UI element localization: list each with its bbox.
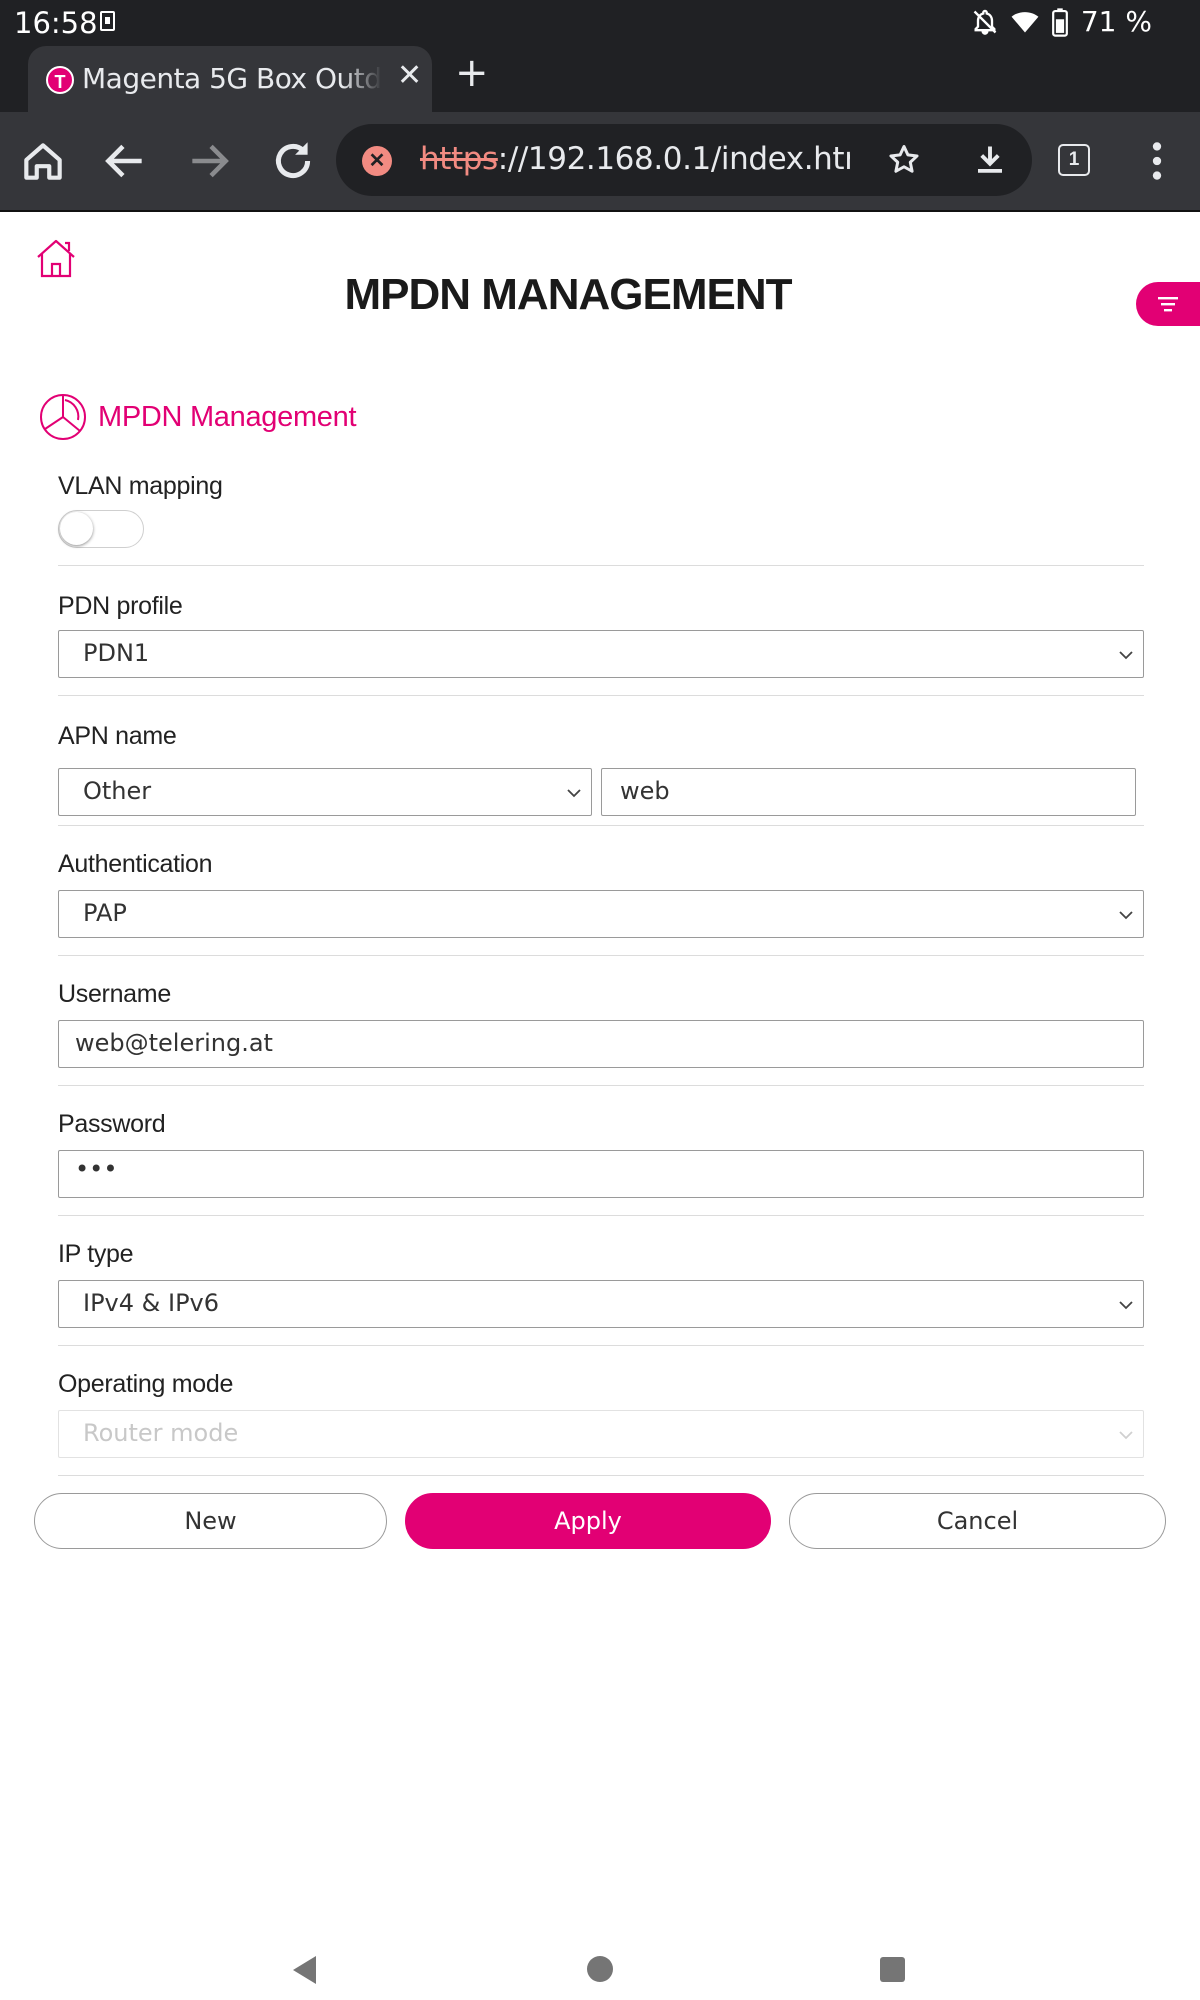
password-label: Password — [58, 1110, 166, 1138]
status-icons: 71 % — [971, 5, 1152, 38]
operating-mode-label: Operating mode — [58, 1370, 234, 1398]
username-label: Username — [58, 980, 171, 1008]
apn-name-label: APN name — [58, 722, 177, 750]
reload-icon[interactable] — [268, 136, 318, 186]
browser-toolbar: ✕ https://192.168.0.1/index.html 1 — [0, 112, 1200, 212]
pdn-profile-field: PDN profile PDN1 — [58, 566, 1144, 696]
apply-button[interactable]: Apply — [405, 1493, 771, 1549]
back-icon[interactable] — [100, 136, 150, 186]
username-field: Username web@telering.at — [58, 956, 1144, 1086]
operating-mode-select: Router mode — [58, 1410, 1144, 1458]
password-field: Password ••• — [58, 1086, 1144, 1216]
star-icon[interactable] — [886, 142, 922, 178]
section-header: MPDN Management — [38, 392, 357, 442]
url-text[interactable]: https://192.168.0.1/index.html — [420, 141, 850, 177]
battery-percent: 71 % — [1080, 5, 1152, 38]
chevron-down-icon — [1119, 1301, 1133, 1310]
authentication-field: Authentication PAP — [58, 826, 1144, 956]
authentication-select[interactable]: PAP — [58, 890, 1144, 938]
form-actions: New Apply Cancel — [34, 1493, 1166, 1551]
pdn-profile-value: PDN1 — [83, 639, 150, 667]
nav-back-icon[interactable] — [290, 1954, 320, 1986]
vlan-mapping-field: VLAN mapping — [58, 460, 1144, 566]
apn-type-select[interactable]: Other — [58, 768, 592, 816]
system-nav-bar — [0, 1920, 1200, 2000]
ip-type-label: IP type — [58, 1240, 134, 1268]
wifi-icon — [1011, 11, 1039, 32]
apn-name-value: web — [620, 777, 670, 805]
home-icon[interactable] — [18, 136, 68, 186]
status-bar: 16:58 71 % — [0, 0, 1200, 44]
password-value: ••• — [75, 1155, 118, 1183]
mpdn-form: VLAN mapping PDN profile PDN1 APN name O… — [58, 460, 1144, 1476]
vlan-mapping-toggle[interactable] — [58, 510, 144, 548]
tab-strip: T Magenta 5G Box Outdoor ✕ + — [0, 44, 1200, 112]
nav-recents-icon[interactable] — [880, 1957, 905, 1982]
apn-name-field: APN name Other web — [58, 696, 1144, 826]
operating-mode-field: Operating mode Router mode — [58, 1346, 1144, 1476]
filter-icon — [1158, 297, 1178, 312]
chevron-down-icon — [1119, 911, 1133, 920]
ip-type-field: IP type IPv4 & IPv6 — [58, 1216, 1144, 1346]
pie-chart-icon — [40, 394, 86, 440]
section-title: MPDN Management — [98, 400, 357, 433]
page-title: MPDN MANAGEMENT — [344, 270, 793, 319]
pdn-profile-select[interactable]: PDN1 — [58, 630, 1144, 678]
nav-home-icon[interactable] — [587, 1956, 613, 1982]
status-time: 16:58 — [14, 6, 98, 40]
vlan-mapping-label: VLAN mapping — [58, 472, 223, 500]
authentication-value: PAP — [83, 899, 127, 927]
apn-type-value: Other — [83, 777, 152, 805]
chevron-down-icon — [1119, 1431, 1133, 1440]
battery-icon — [1051, 7, 1068, 37]
toggle-knob — [60, 512, 93, 545]
authentication-label: Authentication — [58, 850, 213, 878]
telekom-t-icon: T — [46, 66, 74, 94]
address-bar[interactable]: ✕ https://192.168.0.1/index.html — [336, 124, 1032, 196]
username-input[interactable]: web@telering.at — [58, 1020, 1144, 1068]
chevron-down-icon — [567, 789, 581, 798]
apn-name-input[interactable]: web — [601, 768, 1136, 816]
sim-icon — [100, 11, 115, 31]
chevron-down-icon — [1119, 651, 1133, 660]
pdn-profile-label: PDN profile — [58, 592, 183, 620]
forward-icon[interactable] — [184, 136, 234, 186]
ip-type-select[interactable]: IPv4 & IPv6 — [58, 1280, 1144, 1328]
notifications-off-icon — [973, 9, 997, 35]
new-tab-icon[interactable]: + — [455, 50, 489, 96]
tab-title: Magenta 5G Box Outdoor — [82, 62, 382, 95]
operating-mode-value: Router mode — [83, 1419, 239, 1447]
browser-tab[interactable]: T Magenta 5G Box Outdoor ✕ — [28, 46, 432, 112]
more-icon[interactable] — [1132, 136, 1182, 186]
filter-menu-button[interactable] — [1136, 282, 1200, 326]
cancel-button[interactable]: Cancel — [789, 1493, 1166, 1549]
close-tab-icon[interactable]: ✕ — [397, 58, 422, 93]
download-icon[interactable] — [972, 142, 1008, 178]
new-button[interactable]: New — [34, 1493, 387, 1549]
ip-type-value: IPv4 & IPv6 — [83, 1289, 220, 1317]
password-input[interactable]: ••• — [58, 1150, 1144, 1198]
username-value: web@telering.at — [75, 1029, 273, 1057]
tabs-icon[interactable]: 1 — [1058, 144, 1090, 176]
not-secure-icon[interactable]: ✕ — [362, 146, 392, 176]
